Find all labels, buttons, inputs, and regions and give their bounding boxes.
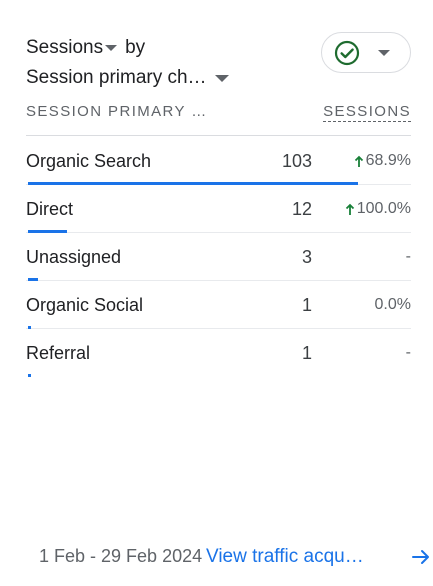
row-sessions-value: 1 — [301, 343, 312, 363]
row-change-text: - — [405, 344, 411, 361]
row-sessions-value: 1 — [301, 295, 312, 315]
table-row[interactable]: Organic Social 1 0.0% — [26, 281, 411, 329]
dimension-selector[interactable]: Session primary ch… — [26, 63, 207, 93]
row-sessions-value: 3 — [301, 247, 312, 267]
view-traffic-acquisition-link[interactable]: View traffic acqu… — [206, 546, 364, 568]
arrow-up-icon — [345, 203, 354, 215]
metric-dropdown-icon[interactable] — [105, 45, 118, 51]
row-change-text: 0.0% — [374, 296, 411, 313]
row-change-text: - — [405, 248, 411, 265]
row-change: 68.9% — [354, 152, 411, 170]
column-header-sessions[interactable]: SESSIONS — [323, 103, 411, 122]
row-sessions-value: 12 — [291, 199, 312, 219]
row-label: Referral — [26, 343, 91, 363]
row-change: 0.0% — [375, 296, 411, 314]
title-by: by — [125, 37, 146, 58]
row-change: 100.0% — [345, 200, 411, 218]
table-row[interactable]: Unassigned 3 - — [26, 233, 411, 281]
table-row[interactable]: Referral 1 - — [26, 329, 411, 377]
table-row[interactable]: Direct 12 100.0% — [26, 185, 411, 233]
row-label: Organic Social — [26, 295, 144, 315]
row-label: Organic Search — [26, 151, 152, 171]
date-range: 1 Feb - 29 Feb 2024 — [39, 546, 203, 566]
arrow-up-icon — [354, 155, 363, 167]
dimension-dropdown-icon[interactable] — [214, 74, 229, 82]
sessions-card: Sessions by Session primary ch… SESSION … — [0, 0, 433, 586]
row-share-bar — [28, 374, 31, 377]
column-header-dimension[interactable]: SESSION PRIMARY … — [26, 103, 208, 120]
card-title: Sessions by Session primary ch… — [26, 33, 233, 93]
check-circle-icon — [334, 40, 360, 65]
row-label: Direct — [26, 199, 74, 219]
row-change: - — [406, 344, 411, 362]
row-change-text: 100.0% — [356, 200, 411, 217]
status-chip[interactable] — [321, 32, 411, 73]
metric-selector[interactable]: Sessions — [26, 33, 103, 63]
row-change-text: 68.9% — [365, 152, 411, 169]
chevron-down-icon — [378, 49, 390, 56]
row-label: Unassigned — [26, 247, 122, 267]
row-sessions-value: 103 — [281, 151, 312, 171]
arrow-right-icon[interactable] — [410, 546, 432, 568]
table-row[interactable]: Organic Search 103 68.9% — [26, 137, 411, 185]
row-change: - — [406, 248, 411, 266]
table-header: SESSION PRIMARY … SESSIONS — [26, 100, 411, 136]
